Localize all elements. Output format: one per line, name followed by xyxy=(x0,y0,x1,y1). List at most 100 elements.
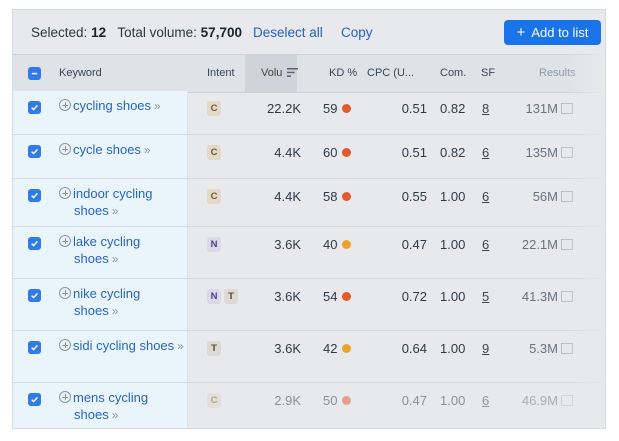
col-com[interactable]: Com. xyxy=(440,67,466,79)
keyword-cell: nike cycling shoes» xyxy=(13,279,188,330)
col-volume[interactable]: Volu xyxy=(261,67,299,79)
sf-value[interactable]: 6 xyxy=(482,189,489,204)
deselect-all-link[interactable]: Deselect all xyxy=(253,25,323,40)
col-cpc[interactable]: CPC (U... xyxy=(367,67,414,79)
col-results[interactable]: Results xyxy=(539,67,576,79)
selection-toolbar: Selected: 12 Total volume: 57,700 Desele… xyxy=(13,10,605,54)
intent-badges: C xyxy=(207,101,221,116)
keyword-link[interactable]: cycle shoes» xyxy=(59,141,187,159)
intent-badges: C xyxy=(207,189,221,204)
row-checkbox[interactable] xyxy=(28,145,41,158)
keyword-link[interactable]: cycling shoes» xyxy=(59,97,187,115)
kd-indicator-icon xyxy=(342,344,352,353)
row-checkbox[interactable] xyxy=(28,289,41,302)
row-checkbox[interactable] xyxy=(28,393,41,406)
check-icon xyxy=(31,192,38,199)
serp-icon[interactable] xyxy=(561,395,573,406)
add-circle-icon[interactable] xyxy=(59,187,71,199)
com-value: 1.00 xyxy=(440,393,466,408)
serp-icon[interactable] xyxy=(561,239,573,250)
check-icon xyxy=(31,292,38,299)
col-sf[interactable]: SF xyxy=(481,67,495,79)
volume-value: 2.9K xyxy=(274,393,301,408)
selected-count: 12 xyxy=(91,25,107,40)
keyword-cell: mens cycling shoes» xyxy=(13,383,188,428)
intent-badges: C xyxy=(207,393,221,408)
add-circle-icon[interactable] xyxy=(59,391,71,403)
intent-badge: C xyxy=(207,101,221,116)
com-value: 1.00 xyxy=(440,289,466,304)
sf-value[interactable]: 6 xyxy=(482,237,489,252)
keyword-text: mens cycling shoes xyxy=(73,390,149,422)
sf-value[interactable]: 5 xyxy=(482,289,489,304)
intent-badge: N xyxy=(207,237,221,252)
volume-value: 3.6K xyxy=(274,289,301,304)
serp-icon[interactable] xyxy=(561,343,573,354)
col-keyword[interactable]: Keyword xyxy=(59,67,102,79)
table-row[interactable]: nike cycling shoes» NT 3.6K 54 0.72 1.00… xyxy=(13,279,605,331)
keyword-link[interactable]: lake cycling shoes» xyxy=(59,233,187,268)
copy-link[interactable]: Copy xyxy=(341,25,373,40)
serp-icon[interactable] xyxy=(561,191,573,202)
sf-value[interactable]: 6 xyxy=(482,145,489,160)
keyword-link[interactable]: nike cycling shoes» xyxy=(59,285,187,320)
table-row[interactable]: indoor cycling shoes» C 4.4K 58 0.55 1.0… xyxy=(13,179,605,227)
kd-value: 50 xyxy=(323,393,338,408)
chevrons-right-icon[interactable]: » xyxy=(112,408,119,422)
kd-value: 54 xyxy=(323,289,338,304)
chevrons-right-icon[interactable]: » xyxy=(144,143,151,157)
results-cell: 22.1M xyxy=(513,237,573,252)
add-circle-icon[interactable] xyxy=(59,143,71,155)
sf-value[interactable]: 8 xyxy=(482,101,489,116)
serp-icon[interactable] xyxy=(561,147,573,158)
chevrons-right-icon[interactable]: » xyxy=(112,304,119,318)
table-row[interactable]: sidi cycling shoes» T 3.6K 42 0.64 1.00 … xyxy=(13,331,605,383)
table-row[interactable]: cycle shoes» C 4.4K 60 0.51 0.82 6 135M xyxy=(13,135,605,179)
row-checkbox[interactable] xyxy=(28,189,41,202)
keyword-link[interactable]: mens cycling shoes» xyxy=(59,389,187,424)
results-value: 56M xyxy=(532,189,558,204)
serp-icon[interactable] xyxy=(561,291,573,302)
results-cell: 41.3M xyxy=(513,289,573,304)
check-icon xyxy=(31,396,38,403)
row-checkbox[interactable] xyxy=(28,341,41,354)
chevrons-right-icon[interactable]: » xyxy=(177,339,184,353)
results-cell: 56M xyxy=(513,189,573,204)
add-circle-icon[interactable] xyxy=(59,99,71,111)
col-intent[interactable]: Intent xyxy=(207,67,235,79)
chevrons-right-icon[interactable]: » xyxy=(154,99,161,113)
kd-indicator-icon xyxy=(342,104,352,113)
volume-value: 3.6K xyxy=(274,237,301,252)
row-checkbox[interactable] xyxy=(28,101,41,114)
sf-value[interactable]: 9 xyxy=(482,341,489,356)
row-checkbox[interactable] xyxy=(28,237,41,250)
kd-value: 42 xyxy=(323,341,338,356)
add-circle-icon[interactable] xyxy=(59,287,71,299)
kd-cell: 42 xyxy=(323,341,352,356)
add-circle-icon[interactable] xyxy=(59,339,71,351)
volume-value: 4.4K xyxy=(274,145,301,160)
kd-cell: 54 xyxy=(323,289,352,304)
table-row[interactable]: mens cycling shoes» C 2.9K 50 0.47 1.00 … xyxy=(13,383,605,428)
kd-cell: 40 xyxy=(323,237,352,252)
table-row[interactable]: lake cycling shoes» N 3.6K 40 0.47 1.00 … xyxy=(13,227,605,279)
intent-badges: T xyxy=(207,341,221,356)
add-circle-icon[interactable] xyxy=(59,235,71,247)
intent-badges: NT xyxy=(207,289,238,304)
total-volume-value: 57,700 xyxy=(200,25,242,40)
keyword-link[interactable]: sidi cycling shoes» xyxy=(59,337,187,355)
keyword-link[interactable]: indoor cycling shoes» xyxy=(59,185,187,220)
table-row[interactable]: cycling shoes» C 22.2K 59 0.51 0.82 8 13… xyxy=(13,91,605,135)
sf-value[interactable]: 6 xyxy=(482,393,489,408)
keyword-text: cycle shoes xyxy=(73,142,141,157)
col-kd[interactable]: KD % xyxy=(329,67,357,79)
com-value: 1.00 xyxy=(440,189,466,204)
kd-cell: 58 xyxy=(323,189,352,204)
serp-icon[interactable] xyxy=(561,103,573,114)
add-to-list-button[interactable]: + Add to list xyxy=(504,20,601,45)
com-value: 1.00 xyxy=(440,341,466,356)
select-all-checkbox[interactable] xyxy=(28,67,41,80)
chevrons-right-icon[interactable]: » xyxy=(112,204,119,218)
chevrons-right-icon[interactable]: » xyxy=(112,252,119,266)
kd-value: 58 xyxy=(323,189,338,204)
